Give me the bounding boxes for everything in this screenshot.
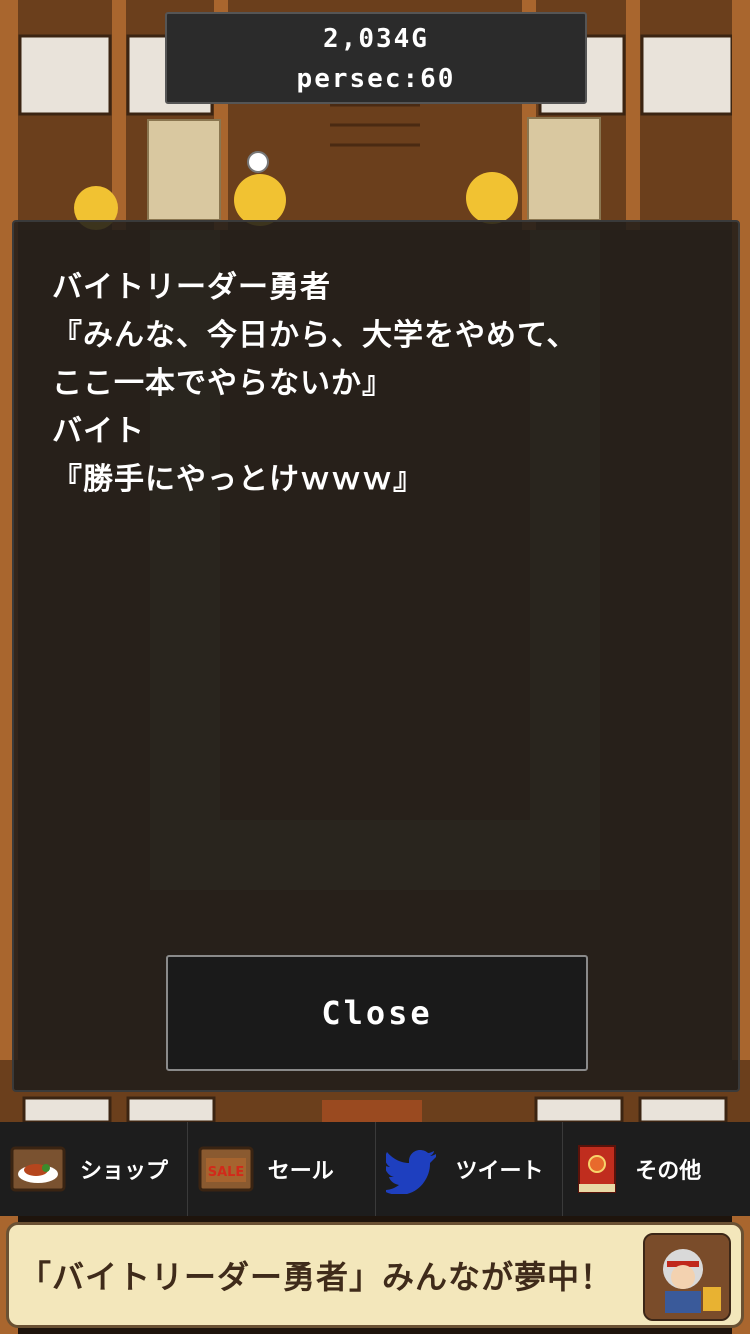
tab-sale[interactable]: SALE セール xyxy=(188,1122,376,1216)
tab-tweet[interactable]: ツイート xyxy=(376,1122,564,1216)
dialog-line: バイトリーダー勇者 xyxy=(52,270,331,305)
tab-tweet-label: ツイート xyxy=(455,1159,544,1184)
tab-other[interactable]: その他 xyxy=(563,1122,750,1216)
sale-sign-icon: SALE xyxy=(198,1146,254,1192)
bottom-menu-bar: ショップ SALE セール ツイート その他 xyxy=(0,1122,750,1216)
message-dialog: バイトリーダー勇者 『みんな、今日から、大学をやめて、 ここ一本でやらないか』 … xyxy=(12,220,740,1092)
hero-portrait-icon xyxy=(643,1233,731,1321)
gold-counter-panel: 2,034G persec:60 xyxy=(165,12,587,104)
dialog-line: 『勝手にやっとけｗｗｗ』 xyxy=(52,462,424,497)
dialog-message: バイトリーダー勇者 『みんな、今日から、大学をやめて、 ここ一本でやらないか』 … xyxy=(52,264,712,504)
dialog-line: ここ一本でやらないか』 xyxy=(52,366,393,401)
red-book-icon xyxy=(578,1145,617,1193)
tab-shop-label: ショップ xyxy=(80,1159,169,1184)
close-button[interactable]: Close xyxy=(166,955,588,1071)
gold-per-second: persec:60 xyxy=(296,64,456,94)
ad-banner[interactable]: 「バイトリーダー勇者」みんなが夢中！ xyxy=(6,1222,744,1328)
ad-text: 「バイトリーダー勇者」みんなが夢中！ xyxy=(19,1258,614,1296)
tab-other-label: その他 xyxy=(635,1159,702,1184)
tab-sale-label: セール xyxy=(267,1159,334,1184)
twitter-bird-icon xyxy=(385,1150,436,1194)
tab-shop[interactable]: ショップ xyxy=(0,1122,188,1216)
dialog-line: バイト xyxy=(52,414,145,449)
food-plate-icon xyxy=(10,1146,66,1192)
sale-badge-text: SALE xyxy=(207,1165,244,1180)
dialog-line: 『みんな、今日から、大学をやめて、 xyxy=(52,318,578,353)
gold-amount: 2,034G xyxy=(323,24,429,54)
